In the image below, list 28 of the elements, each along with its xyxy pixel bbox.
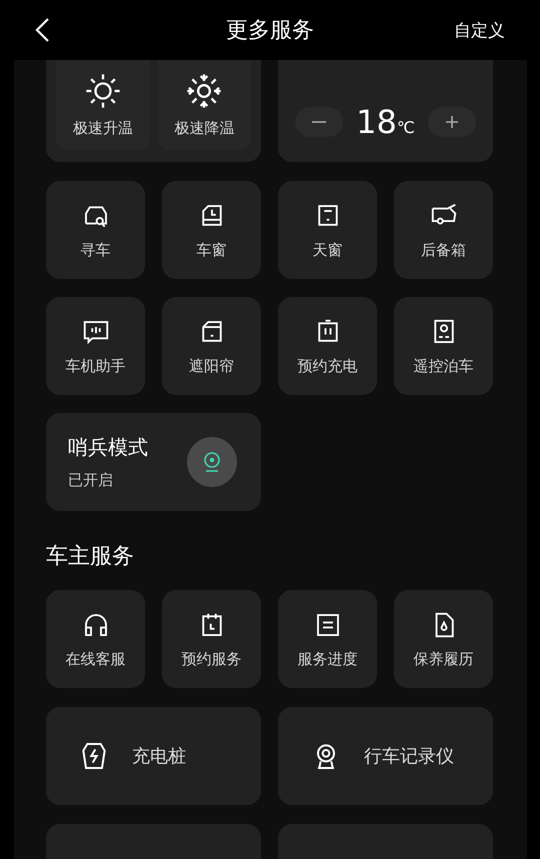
section-title: 车主服务: [46, 543, 135, 571]
sentry-title: 哨兵模式: [68, 434, 148, 461]
sentry-card[interactable]: 哨兵模式 已开启: [46, 413, 261, 511]
control-tile[interactable]: 遥控泊车: [394, 297, 493, 395]
service-tile[interactable]: 预约服务: [162, 590, 261, 688]
back-icon[interactable]: [34, 17, 50, 43]
control-tile[interactable]: 车机助手: [46, 297, 145, 395]
control-tile[interactable]: 预约充电: [278, 297, 377, 395]
increase-button[interactable]: [428, 107, 476, 137]
control-tile[interactable]: 遮阳帘: [162, 297, 261, 395]
climate-tile[interactable]: 极速降温: [158, 60, 251, 150]
temperature-value: 18℃: [356, 103, 415, 141]
control-tile[interactable]: 后备箱: [394, 181, 493, 279]
plus-icon: [444, 114, 460, 130]
service-tile[interactable]: 在线客服: [46, 590, 145, 688]
service-tile[interactable]: 服务进度: [278, 590, 377, 688]
control-tile[interactable]: 车窗: [162, 181, 261, 279]
service-card[interactable]: 充电桩: [46, 707, 261, 805]
customize-button[interactable]: 自定义: [454, 18, 505, 42]
minus-icon: [312, 121, 326, 123]
control-tile[interactable]: 寻车: [46, 181, 145, 279]
control-tile[interactable]: 天窗: [278, 181, 377, 279]
sentry-status: 已开启: [68, 471, 114, 490]
service-tile[interactable]: 保养履历: [394, 590, 493, 688]
camera-toggle-icon[interactable]: [187, 437, 237, 487]
page-title: 更多服务: [226, 17, 314, 45]
service-card[interactable]: 行车记录仪: [278, 707, 493, 805]
climate-tile[interactable]: 极速升温: [56, 60, 150, 150]
